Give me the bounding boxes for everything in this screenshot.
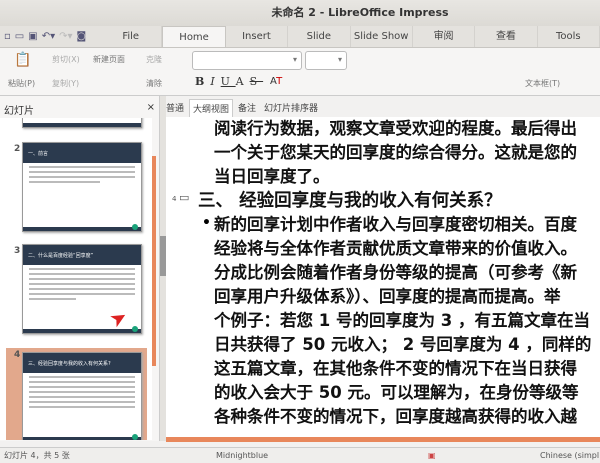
quick-access-toolbar: ▫ ▭ ▣ ↶▾ ↷▾ ◙ [0,26,100,47]
font-name-input[interactable]: ▾ [192,51,302,70]
language[interactable]: Chinese (simpl [540,448,599,463]
new-icon[interactable]: ▫ [4,31,11,42]
theme-name: Midnightblue [216,451,269,460]
document-modified-icon: ▣ [428,451,436,460]
window-title: 未命名 2 - LibreOffice Impress [0,0,600,26]
tab-view[interactable]: 查看 [475,26,538,47]
cut-button[interactable]: 剪切(X) [52,54,80,65]
slides-panel-title: 幻灯片 [4,106,34,117]
tab-slide[interactable]: Slide [288,26,351,47]
slide-number: 3 [14,246,21,256]
paste-button[interactable]: 粘贴(P) [8,78,35,89]
outline-line: 回享用户升级体系》）、回享度的提高而提高。举 [214,287,561,306]
outline-line: 这五篇文章，在其他条件不变的情况下在当日获得 [214,359,577,378]
slide-thumbnail[interactable]: 三、经验回享度与我的收入有何关系? [22,352,142,440]
slides-panel: 幻灯片 × 2 一、前言 3 二、什么是百度经验“回享度” ➤ 4 三、经验回享度… [0,96,160,441]
slide-thumb-title: 一、前言 [23,143,141,163]
open-icon[interactable]: ▭ [15,31,24,42]
outline-line: 当日回享度了。 [214,167,330,186]
textbox-button[interactable]: 文本框(T) [525,78,560,89]
menu-tabs: ▫ ▭ ▣ ↶▾ ↷▾ ◙ File Home Insert Slide Slide Sh… [0,26,600,48]
tab-file[interactable]: File [100,26,163,47]
tab-slide-show[interactable]: Slide Show [351,26,413,47]
outline-line: 经验将与全体作者贡献优质文章带来的价值收入。 [214,239,577,258]
view-tabs: 普通 大纲视图 备注 幻灯片排序器 [163,99,321,117]
chevron-down-icon[interactable]: ▾ [338,55,342,64]
outline-line: 一个关于您某天的回享度的综合得分。这就是您的 [214,143,577,162]
font-size-input[interactable]: ▾ [305,51,347,70]
clear-button[interactable]: 清除 [146,78,162,89]
bullet-icon: • [202,215,211,231]
undo-icon[interactable]: ↶▾ [42,31,55,42]
view-tab-normal[interactable]: 普通 [163,99,187,117]
outline-line: 各种条件不变的情况下，回享度越高获得的收入越 [214,407,577,426]
outline-line: 分成比例会随着作者身份等级的提高（可参考《新 [214,263,577,282]
outline-line: 日共获得了 50 元收入； 2 号回享度为 4 ，同样的 [214,335,592,354]
tab-home[interactable]: Home [162,26,226,47]
outline-line: 个例子：若您 1 号的回享度为 3 ，有五篇文章在当 [214,311,590,330]
horizontal-scrollbar[interactable] [166,437,600,442]
view-tab-sorter[interactable]: 幻灯片排序器 [261,99,321,117]
format-buttons[interactable]: BIUAS [195,75,263,88]
slides-scrollbar[interactable] [152,156,156,366]
slide-number: 4 [14,350,21,360]
copy-button[interactable]: 复制(Y) [52,78,79,89]
slide-list: 2 一、前言 3 二、什么是百度经验“回享度” ➤ 4 三、经验回享度与我的收入… [0,118,152,440]
ribbon: 📋 粘贴(P) 剪切(X) 复制(Y) 新建页面 克隆 清除 ▾ ▾ BIUAS… [0,48,600,96]
slide-thumb-title: 二、什么是百度经验“回享度” [23,245,141,265]
view-tab-outline[interactable]: 大纲视图 [189,99,234,117]
slide-info: 幻灯片 4，共 5 张 [4,451,70,460]
outline-line: 新的回享计划中作者收入与回享度密切相关。百度 [214,215,577,234]
outline-slide-title: 三、 经验回享度与我的收入有何关系？ [198,191,502,211]
slide-number: 2 [14,144,21,154]
slide-icon: ▭ [179,191,190,204]
status-bar: 幻灯片 4，共 5 张 Midnightblue ▣ Chinese (simp… [0,447,600,463]
outline-slide-number: 4 [172,195,177,203]
tab-review[interactable]: 审阅 [413,26,476,47]
redo-icon[interactable]: ↷▾ [59,31,72,42]
outline-line: 的收入会大于 50 元。可以理解为，在身份等级等 [214,383,579,402]
view-tab-notes[interactable]: 备注 [235,99,259,117]
present-icon[interactable]: ◙ [77,31,87,42]
outline-editor[interactable]: 阅读行为数据，观察文章受欢迎的程度。最后得出 一个关于您某天的回享度的综合得分。… [166,117,600,441]
new-slide-button[interactable]: 新建页面 [93,54,125,65]
slide-thumbnail[interactable]: 一、前言 [22,142,142,232]
clone-button[interactable]: 克隆 [146,54,162,65]
save-icon[interactable]: ▣ [28,31,37,42]
close-icon[interactable]: × [147,102,155,117]
slide-thumb-title: 三、经验回享度与我的收入有何关系? [23,353,141,373]
tab-tools[interactable]: Tools [538,26,600,47]
font-color-icons[interactable]: AT [270,76,282,87]
paste-icon[interactable]: 📋 [14,52,31,68]
slide-thumbnail[interactable] [22,118,142,128]
tab-insert[interactable]: Insert [226,26,289,47]
outline-line: 阅读行为数据，观察文章受欢迎的程度。最后得出 [214,119,577,138]
chevron-down-icon[interactable]: ▾ [293,55,297,64]
